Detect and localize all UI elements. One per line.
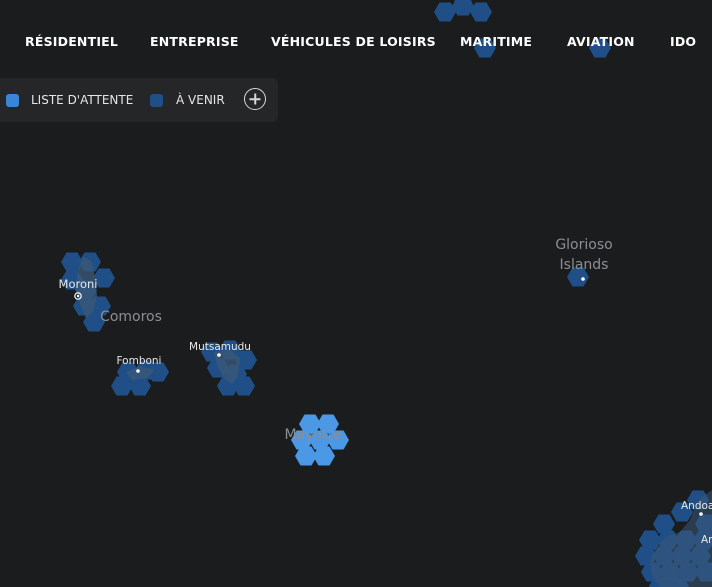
- label-andoa: Andoa: [681, 500, 712, 512]
- upcoming-swatch: [150, 94, 163, 107]
- label-mayotte: Mayotte: [284, 427, 341, 443]
- label-glorioso: Glorioso: [555, 237, 612, 253]
- moroni-marker-dot: [76, 294, 80, 298]
- nav-residential[interactable]: RÉSIDENTIEL: [25, 34, 118, 49]
- mutsamudu-marker: [217, 353, 221, 357]
- label-mutsamudu: Mutsamudu: [189, 341, 251, 353]
- island-shapes: [76, 256, 712, 587]
- map-labels: Moroni Comoros Fomboni Mutsamudu Mayotte…: [59, 237, 712, 546]
- legend-waitlist-label: LISTE D'ATTENTE: [31, 93, 134, 107]
- waitlist-swatch: [6, 94, 19, 107]
- nav-business[interactable]: ENTREPRISE: [150, 34, 239, 49]
- andoa-marker: [699, 512, 703, 516]
- coverage-legend: LISTE D'ATTENTE À VENIR: [0, 78, 278, 122]
- nav-maritime[interactable]: MARITIME: [460, 34, 532, 49]
- fomboni-marker: [136, 369, 140, 373]
- label-moroni: Moroni: [59, 277, 98, 291]
- city-markers: [74, 277, 703, 516]
- legend-upcoming-label: À VENIR: [176, 93, 225, 107]
- nav-aviation[interactable]: AVIATION: [567, 34, 635, 49]
- nav-rv[interactable]: VÉHICULES DE LOISIRS: [271, 34, 436, 49]
- nav-iot[interactable]: IDO: [670, 34, 696, 49]
- label-fomboni: Fomboni: [117, 355, 162, 367]
- plus-circle-icon[interactable]: [244, 88, 266, 110]
- category-nav: RÉSIDENTIEL ENTREPRISE VÉHICULES DE LOIS…: [0, 0, 712, 82]
- label-comoros: Comoros: [100, 309, 162, 325]
- label-an: An: [701, 534, 712, 546]
- label-islands: Islands: [560, 257, 609, 273]
- glorioso-marker: [581, 277, 585, 281]
